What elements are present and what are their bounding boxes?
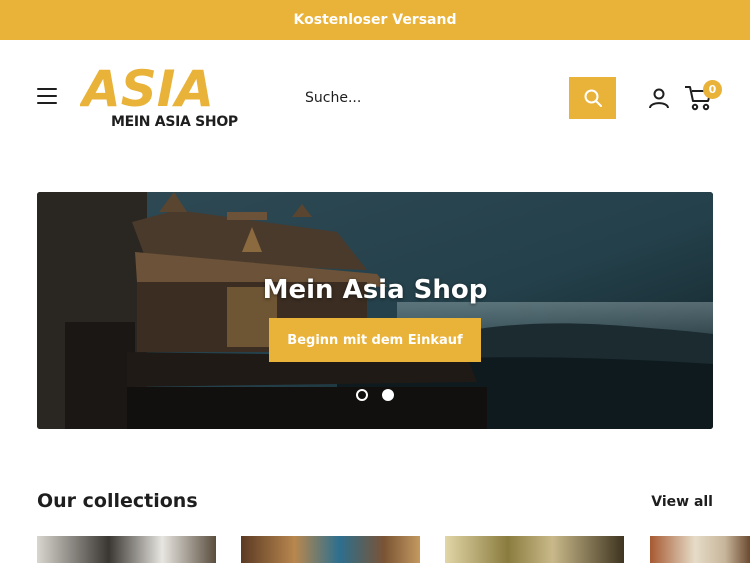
logo-wordmark: ASIA bbox=[80, 60, 214, 114]
cart-count-badge: 0 bbox=[703, 80, 722, 99]
hero-title: Mein Asia Shop bbox=[262, 275, 488, 305]
slide-dot-1[interactable] bbox=[356, 389, 368, 401]
hero-cta-button[interactable]: Beginn mit dem Einkauf bbox=[269, 318, 481, 362]
hamburger-menu-icon[interactable] bbox=[37, 88, 57, 106]
hero-slideshow: Mein Asia Shop Beginn mit dem Einkauf bbox=[37, 192, 713, 429]
svg-text:ASIA: ASIA bbox=[80, 60, 214, 114]
view-all-link[interactable]: View all bbox=[651, 494, 713, 510]
slide-dot-2[interactable] bbox=[382, 389, 394, 401]
account-button[interactable] bbox=[647, 86, 671, 110]
announcement-bar: Kostenloser Versand bbox=[0, 0, 750, 40]
collections-heading: Our collections bbox=[37, 490, 198, 512]
slideshow-dots bbox=[356, 389, 396, 401]
search-button[interactable] bbox=[569, 77, 616, 119]
collection-card-4[interactable] bbox=[650, 536, 750, 563]
user-icon bbox=[649, 88, 669, 109]
search-input[interactable] bbox=[291, 76, 569, 120]
search-icon bbox=[584, 89, 602, 107]
collection-card-1[interactable] bbox=[37, 536, 216, 563]
logo-tagline: MEIN ASIA SHOP bbox=[111, 114, 238, 130]
announcement-text: Kostenloser Versand bbox=[293, 12, 457, 28]
site-logo[interactable]: ASIA MEIN ASIA SHOP bbox=[80, 60, 255, 132]
search-bar bbox=[291, 76, 616, 120]
collection-card-3[interactable] bbox=[445, 536, 624, 563]
collection-card-2[interactable] bbox=[241, 536, 420, 563]
